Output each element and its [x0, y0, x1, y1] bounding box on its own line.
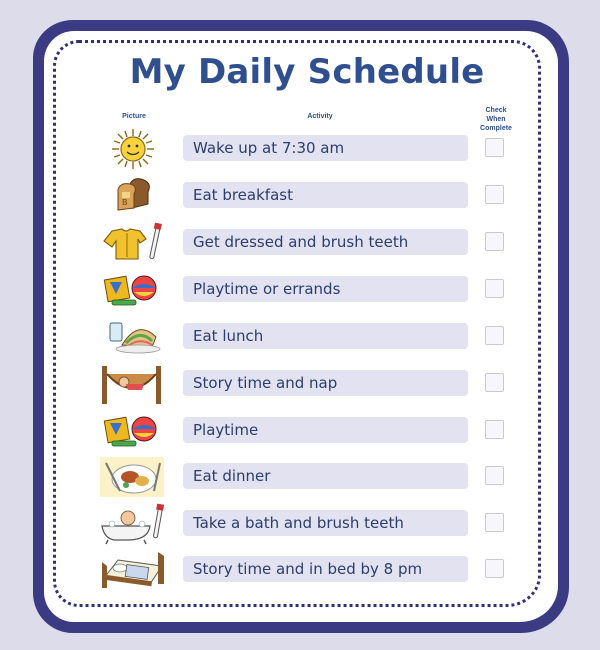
svg-text:B: B	[122, 198, 128, 207]
toys-icon	[98, 409, 168, 453]
dinner-plate-icon	[98, 455, 168, 499]
sun-icon	[98, 127, 168, 171]
activity-label: Take a bath and brush teeth	[183, 510, 468, 536]
complete-checkbox[interactable]	[485, 279, 504, 298]
activity-label: Story time and in bed by 8 pm	[183, 556, 468, 582]
complete-checkbox[interactable]	[485, 185, 504, 204]
activity-label: Eat lunch	[183, 323, 468, 349]
complete-checkbox[interactable]	[485, 466, 504, 485]
activity-label: Eat breakfast	[183, 182, 468, 208]
activity-label: Eat dinner	[183, 463, 468, 489]
activity-label: Story time and nap	[183, 370, 468, 396]
sandwich-icon	[98, 315, 168, 359]
bed-icon	[98, 548, 168, 592]
complete-checkbox[interactable]	[485, 559, 504, 578]
bathtub-icon	[98, 502, 168, 546]
activity-label: Get dressed and brush teeth	[183, 229, 468, 255]
schedule-row: Eat lunch	[0, 315, 600, 359]
page-title: My Daily Schedule	[129, 52, 485, 92]
complete-checkbox[interactable]	[485, 513, 504, 532]
schedule-row: Playtime or errands	[0, 268, 600, 312]
column-header-check-line1: Check	[485, 107, 507, 114]
schedule-row: Story time and nap	[0, 362, 600, 406]
activity-label: Wake up at 7:30 am	[183, 135, 468, 161]
complete-checkbox[interactable]	[485, 420, 504, 439]
column-header-picture: Picture	[122, 113, 146, 120]
schedule-row: Wake up at 7:30 am	[0, 127, 600, 171]
schedule-page: My Daily Schedule Picture Activity Check…	[0, 0, 600, 650]
column-header-activity: Activity	[307, 113, 333, 120]
schedule-row: Get dressed and brush teeth	[0, 221, 600, 265]
toys-icon	[98, 268, 168, 312]
schedule-row: B Eat breakfast	[0, 174, 600, 218]
hammock-icon	[98, 362, 168, 406]
complete-checkbox[interactable]	[485, 138, 504, 157]
complete-checkbox[interactable]	[485, 326, 504, 345]
activity-label: Playtime	[183, 417, 468, 443]
schedule-row: Playtime	[0, 409, 600, 453]
schedule-row: Eat dinner	[0, 455, 600, 499]
toast-icon: B	[98, 174, 168, 218]
activity-label: Playtime or errands	[183, 276, 468, 302]
column-header-check-line2: When	[486, 116, 506, 123]
schedule-row: Take a bath and brush teeth	[0, 502, 600, 546]
shirt-toothbrush-icon	[98, 221, 168, 265]
complete-checkbox[interactable]	[485, 373, 504, 392]
schedule-row: Story time and in bed by 8 pm	[0, 548, 600, 592]
complete-checkbox[interactable]	[485, 232, 504, 251]
